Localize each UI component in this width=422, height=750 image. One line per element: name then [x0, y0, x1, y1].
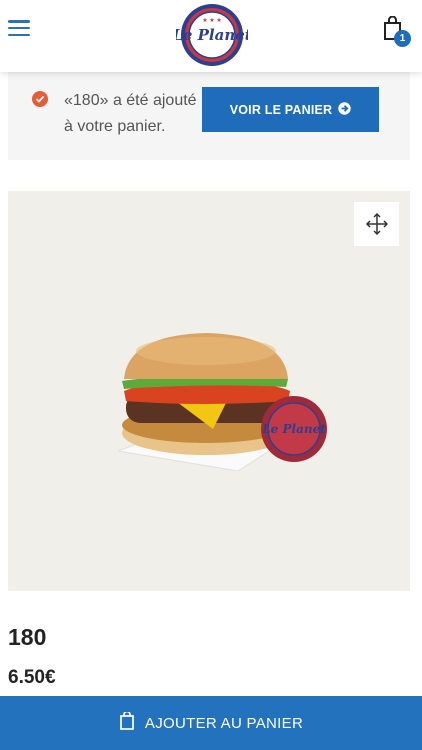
svg-text:Le Planet: Le Planet	[176, 26, 248, 44]
check-circle-icon	[32, 91, 48, 107]
burger-illustration: Le Planet	[116, 321, 328, 476]
view-cart-button[interactable]: VOIR LE PANIER	[202, 87, 379, 132]
product-image[interactable]: Le Planet	[8, 191, 410, 591]
cart-count-badge: 1	[394, 30, 411, 47]
arrow-right-icon	[338, 101, 351, 118]
view-cart-label: VOIR LE PANIER	[229, 102, 333, 117]
add-to-cart-button[interactable]: AJOUTER AU PANIER	[0, 696, 422, 750]
svg-text:★ ★ ★: ★ ★ ★	[202, 17, 221, 24]
svg-text:Le Planet: Le Planet	[261, 422, 326, 436]
site-logo[interactable]: Le Planet ★ ★ ★	[171, 2, 252, 68]
added-to-cart-notice: «180» a été ajouté à votre panier. VOIR …	[8, 72, 410, 160]
shopping-bag-icon	[119, 710, 135, 734]
product-title: 180	[8, 624, 47, 650]
hamburger-menu-icon[interactable]	[8, 18, 30, 38]
add-to-cart-label: AJOUTER AU PANIER	[144, 714, 304, 732]
notice-message: «180» a été ajouté à votre panier.	[64, 92, 197, 135]
site-header: Le Planet ★ ★ ★ 1	[0, 0, 422, 72]
product-price: 6.50€	[8, 667, 56, 688]
expand-arrows-icon[interactable]	[354, 202, 399, 246]
